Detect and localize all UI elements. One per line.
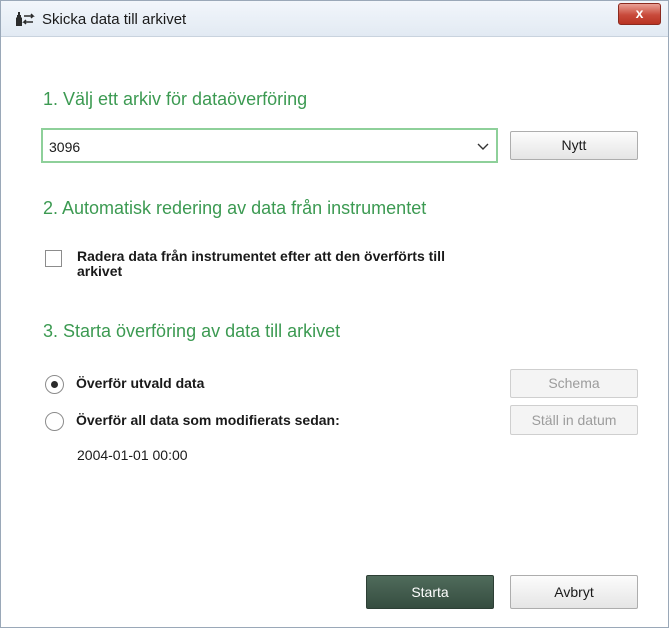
- dialog-window: Skicka data till arkivet x 1. Välj ett a…: [0, 0, 669, 628]
- schedule-button[interactable]: Schema: [510, 369, 638, 398]
- title-bar[interactable]: Skicka data till arkivet x: [1, 1, 668, 37]
- transfer-selected-radio[interactable]: [45, 375, 64, 394]
- archive-select[interactable]: 3096: [41, 128, 498, 163]
- start-button[interactable]: Starta: [366, 575, 494, 609]
- modified-since-date: 2004-01-01 00:00: [77, 447, 188, 463]
- chevron-down-icon: [477, 143, 489, 150]
- delete-data-label: Radera data från instrumentet efter att …: [77, 248, 445, 279]
- section-1-heading: 1. Välj ett arkiv för dataöverföring: [43, 89, 308, 109]
- archive-select-value: 3096: [49, 139, 81, 155]
- transfer-selected-label: Överför utvald data: [76, 375, 205, 391]
- set-date-button[interactable]: Ställ in datum: [510, 405, 638, 435]
- window-title: Skicka data till arkivet: [42, 11, 187, 28]
- transfer-modified-label: Överför all data som modifierats sedan:: [76, 412, 340, 428]
- close-icon: x: [635, 5, 644, 21]
- section-2-heading: 2. Automatisk redering av data från inst…: [43, 198, 427, 218]
- archive-transfer-icon: [16, 12, 35, 26]
- transfer-modified-radio[interactable]: [45, 412, 64, 431]
- close-button[interactable]: x: [618, 3, 661, 25]
- new-archive-button[interactable]: Nytt: [510, 131, 638, 160]
- section-3-heading: 3. Starta överföring av data till arkive…: [43, 321, 341, 341]
- radio-selected-dot: [51, 381, 58, 388]
- cancel-button[interactable]: Avbryt: [510, 575, 638, 609]
- delete-data-checkbox[interactable]: [45, 250, 62, 267]
